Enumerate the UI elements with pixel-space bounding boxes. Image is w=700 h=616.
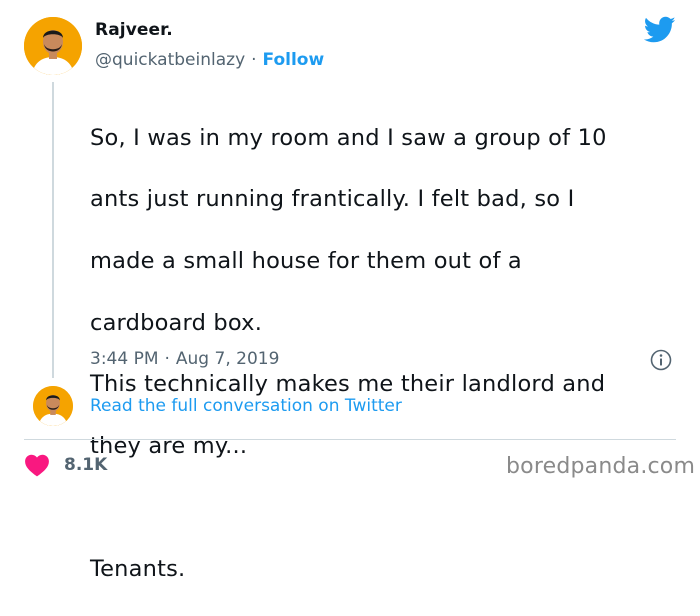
tweet-line: cardboard box. — [90, 309, 263, 336]
tweet-line: ants just running frantically. I felt ba… — [90, 186, 575, 213]
tweet-line: made a small house for them out of a — [90, 247, 522, 274]
thread-line — [52, 82, 54, 378]
info-icon[interactable] — [650, 349, 672, 371]
likes-count[interactable]: 8.1K — [64, 455, 107, 475]
tweet-line: Tenants. — [90, 555, 186, 582]
tweet-date[interactable]: Aug 7, 2019 — [176, 349, 280, 369]
tweet-line: So, I was in my room and I saw a group o… — [90, 124, 607, 151]
heart-icon[interactable] — [24, 453, 50, 477]
author-name[interactable]: Rajveer. — [95, 20, 173, 40]
tweet-timestamp[interactable]: 3:44 PM · Aug 7, 2019 — [90, 349, 279, 369]
handle-separator: · — [251, 50, 257, 70]
follow-button[interactable]: Follow — [263, 50, 325, 70]
read-full-conversation-link[interactable]: Read the full conversation on Twitter — [90, 396, 402, 416]
tweet-time[interactable]: 3:44 PM — [90, 349, 159, 369]
reply-avatar[interactable] — [33, 386, 73, 426]
author-handle[interactable]: @quickatbeinlazy — [95, 50, 245, 70]
author-handle-row: @quickatbeinlazy · Follow — [95, 50, 324, 70]
divider — [24, 439, 676, 440]
author-avatar[interactable] — [24, 17, 82, 75]
twitter-bird-icon[interactable] — [644, 16, 676, 44]
tweet-blank-line — [90, 492, 690, 523]
timestamp-separator: · — [164, 349, 170, 369]
watermark-text: boredpanda.com — [506, 454, 696, 479]
